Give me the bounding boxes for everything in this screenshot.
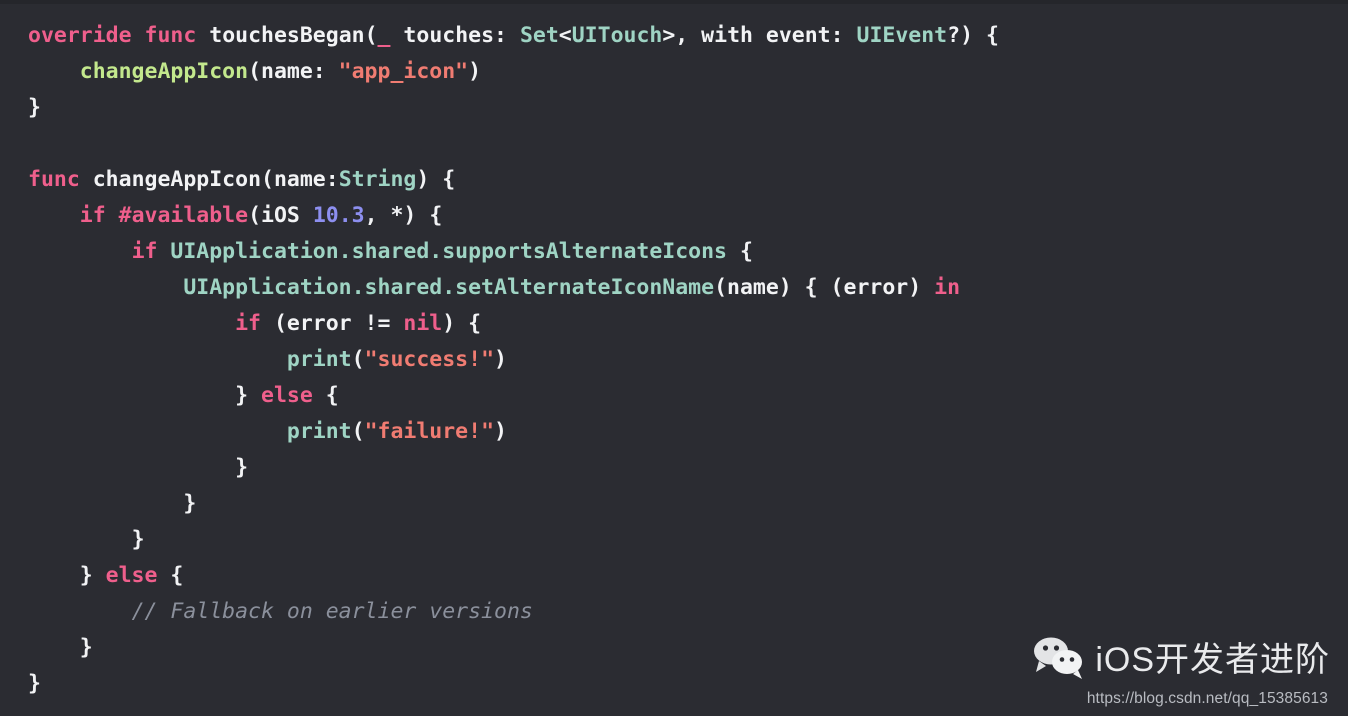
code-line: UIApplication.shared.setAlternateIconNam…	[28, 270, 1348, 306]
code-token: Set	[519, 23, 559, 48]
code-block: override func touchesBegan(_ touches: Se…	[28, 18, 1348, 702]
code-token: }	[131, 527, 145, 552]
code-token: (name:	[248, 59, 339, 84]
wechat-icon	[1033, 635, 1085, 684]
top-edge-strip	[0, 0, 1348, 4]
code-token: )	[494, 347, 507, 372]
code-token: ) {	[416, 167, 456, 192]
code-token: override	[28, 23, 132, 48]
code-token: }	[79, 635, 93, 660]
code-token: , *) {	[364, 203, 443, 228]
code-token: // Fallback on earlier versions	[131, 599, 533, 624]
code-token: (iOS	[248, 203, 313, 228]
code-line: } else {	[28, 378, 1348, 414]
code-token: (error !=	[261, 311, 404, 336]
code-line: print("failure!")	[28, 414, 1348, 450]
code-token: ?) {	[947, 23, 999, 48]
code-token: }	[183, 491, 197, 516]
code-line: if UIApplication.shared.supportsAlternat…	[28, 234, 1348, 270]
code-token: }	[235, 455, 249, 480]
code-token: "failure!"	[364, 419, 495, 444]
code-token: {	[157, 563, 184, 588]
code-line: }	[28, 522, 1348, 558]
code-token: touches:	[390, 23, 520, 48]
code-token: in	[934, 275, 961, 300]
code-token: #available	[118, 203, 249, 228]
code-line: changeAppIcon(name: "app_icon")	[28, 54, 1348, 90]
watermark-brand: iOS开发者进阶	[1033, 635, 1330, 684]
code-line: // Fallback on earlier versions	[28, 594, 1348, 630]
code-line: }	[28, 450, 1348, 486]
code-token: }	[28, 671, 41, 696]
code-line: override func touchesBegan(_ touches: Se…	[28, 18, 1348, 54]
code-token: <	[558, 23, 572, 48]
code-token: }	[79, 563, 106, 588]
code-token: {	[727, 239, 753, 264]
code-token: else	[261, 383, 313, 408]
code-token: String	[338, 167, 417, 192]
code-token: UIEvent	[856, 23, 948, 48]
code-token: }	[28, 95, 41, 120]
code-token: if	[235, 311, 261, 336]
watermark: iOS开发者进阶 https://blog.csdn.net/qq_153856…	[1033, 635, 1330, 708]
code-token: UIApplication.shared.setAlternateIconNam…	[183, 275, 715, 300]
watermark-title: iOS开发者进阶	[1095, 640, 1330, 679]
code-token: (	[351, 419, 365, 444]
code-token: "success!"	[364, 347, 495, 372]
code-token: changeAppIcon	[79, 59, 249, 84]
code-token: >, with event:	[662, 23, 857, 48]
code-token: touchesBegan(	[209, 23, 378, 48]
code-token: (	[351, 347, 365, 372]
code-token: "app_icon"	[338, 59, 469, 84]
code-token: nil	[403, 311, 443, 336]
watermark-url: https://blog.csdn.net/qq_15385613	[1086, 690, 1328, 707]
code-token: changeAppIcon(name:	[92, 167, 339, 192]
code-line: if #available(iOS 10.3, *) {	[28, 198, 1348, 234]
code-token: print	[286, 347, 352, 372]
code-token: if	[79, 203, 106, 228]
code-token: print	[286, 419, 352, 444]
code-screenshot: override func touchesBegan(_ touches: Se…	[0, 0, 1348, 716]
code-line: func changeAppIcon(name:String) {	[28, 162, 1348, 198]
code-line: print("success!")	[28, 342, 1348, 378]
code-token: (name) { (error)	[714, 275, 935, 300]
code-token: UITouch	[571, 23, 663, 48]
code-token: ) {	[442, 311, 482, 336]
code-token: if	[131, 239, 158, 264]
code-token: func	[144, 23, 197, 48]
code-token: UIApplication.shared.supportsAlternateIc…	[170, 239, 728, 264]
code-token: func	[28, 167, 80, 192]
code-line: } else {	[28, 558, 1348, 594]
code-token: }	[235, 383, 261, 408]
code-token: _	[377, 23, 391, 48]
code-token: )	[468, 59, 482, 84]
code-line: }	[28, 486, 1348, 522]
code-token: )	[494, 419, 507, 444]
code-token: else	[105, 563, 158, 588]
code-line: if (error != nil) {	[28, 306, 1348, 342]
code-token: 10.3	[312, 203, 365, 228]
code-token: {	[312, 383, 339, 408]
code-line: }	[28, 90, 1348, 126]
